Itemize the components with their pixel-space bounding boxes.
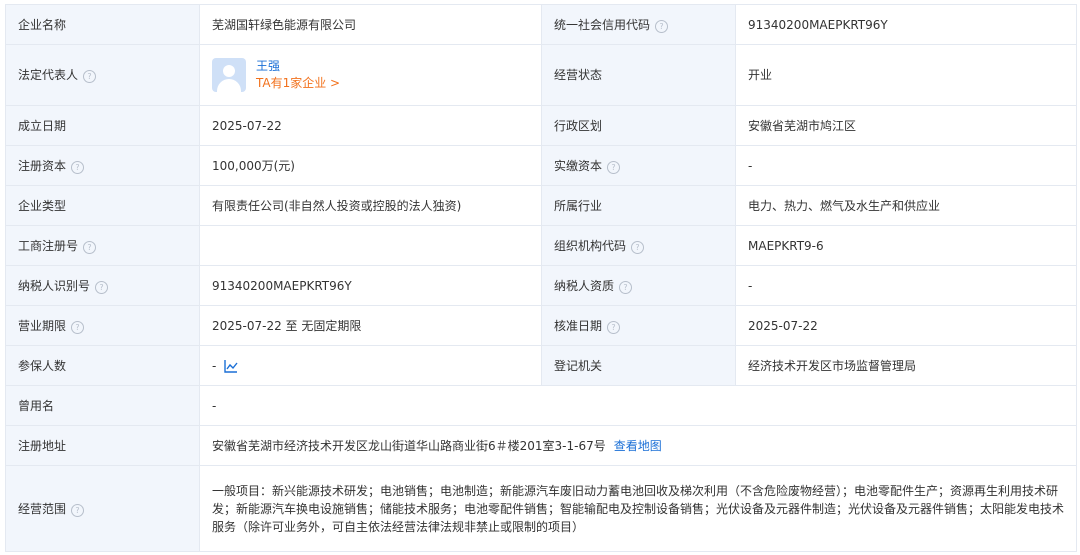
founded-label: 成立日期 xyxy=(5,105,200,146)
row-taxpayer: 纳税人识别号? 91340200MAEPKRT96Y 纳税人资质? - xyxy=(5,265,1077,306)
former-name-label: 曾用名 xyxy=(5,385,200,426)
question-circle-icon[interactable]: ? xyxy=(83,240,97,254)
row-insured: 参保人数 - 登记机关 经济技术开发区市场监督管理局 xyxy=(5,345,1077,386)
taxpayer-id-value: 91340200MAEPKRT96Y xyxy=(199,265,542,306)
row-address: 注册地址 安徽省芜湖市经济技术开发区龙山街道华山路商业街6＃楼201室3-1-6… xyxy=(5,425,1077,466)
type-value: 有限责任公司(非自然人投资或控股的法人独资) xyxy=(199,185,542,226)
company-name-label: 企业名称 xyxy=(5,4,200,45)
row-scope: 经营范围? 一般项目：新兴能源技术研发；电池销售；电池制造；新能源汽车废旧动力蓄… xyxy=(5,465,1077,552)
region-value: 安徽省芜湖市鸠江区 xyxy=(735,105,1077,146)
question-circle-icon[interactable]: ? xyxy=(607,160,621,174)
approval-date-value: 2025-07-22 xyxy=(735,305,1077,346)
row-biz-reg: 工商注册号? 组织机构代码? MAEPKRT9-6 xyxy=(5,225,1077,266)
company-info-table: 企业名称 芜湖国轩绿色能源有限公司 统一社会信用代码? 91340200MAEP… xyxy=(5,4,1077,552)
authority-value: 经济技术开发区市场监督管理局 xyxy=(735,345,1077,386)
question-circle-icon[interactable]: ? xyxy=(71,320,85,334)
former-name-value: - xyxy=(199,385,1077,426)
address-label: 注册地址 xyxy=(5,425,200,466)
type-label: 企业类型 xyxy=(5,185,200,226)
org-code-label: 组织机构代码? xyxy=(541,225,736,266)
question-circle-icon[interactable]: ? xyxy=(71,503,85,517)
paid-capital-label: 实缴资本? xyxy=(541,145,736,186)
reg-capital-value: 100,000万(元) xyxy=(199,145,542,186)
trend-chart-icon[interactable] xyxy=(224,359,238,373)
industry-value: 电力、热力、燃气及水生产和供应业 xyxy=(735,185,1077,226)
scope-label: 经营范围? xyxy=(5,465,200,552)
status-label: 经营状态 xyxy=(541,44,736,106)
taxpayer-id-label: 纳税人识别号? xyxy=(5,265,200,306)
row-term: 营业期限? 2025-07-22 至 无固定期限 核准日期? 2025-07-2… xyxy=(5,305,1077,346)
row-company-name: 企业名称 芜湖国轩绿色能源有限公司 统一社会信用代码? 91340200MAEP… xyxy=(5,4,1077,45)
row-type: 企业类型 有限责任公司(非自然人投资或控股的法人独资) 所属行业 电力、热力、燃… xyxy=(5,185,1077,226)
biz-reg-no-value xyxy=(199,225,542,266)
approval-date-label: 核准日期? xyxy=(541,305,736,346)
row-former-name: 曾用名 - xyxy=(5,385,1077,426)
paid-capital-value: - xyxy=(735,145,1077,186)
legal-rep-companies-link[interactable]: TA有1家企业 > xyxy=(256,75,340,92)
taxpayer-qual-label: 纳税人资质? xyxy=(541,265,736,306)
scope-value: 一般项目：新兴能源技术研发；电池销售；电池制造；新能源汽车废旧动力蓄电池回收及梯… xyxy=(199,465,1077,552)
credit-code-label: 统一社会信用代码? xyxy=(541,4,736,45)
term-value: 2025-07-22 至 无固定期限 xyxy=(199,305,542,346)
question-circle-icon[interactable]: ? xyxy=(619,280,633,294)
founded-value: 2025-07-22 xyxy=(199,105,542,146)
question-circle-icon[interactable]: ? xyxy=(631,240,645,254)
company-name-value: 芜湖国轩绿色能源有限公司 xyxy=(199,4,542,45)
view-map-link[interactable]: 查看地图 xyxy=(614,439,662,453)
credit-code-value: 91340200MAEPKRT96Y xyxy=(735,4,1077,45)
reg-capital-label: 注册资本? xyxy=(5,145,200,186)
question-circle-icon[interactable]: ? xyxy=(71,160,85,174)
insured-value: - xyxy=(199,345,542,386)
question-circle-icon[interactable]: ? xyxy=(95,280,109,294)
insured-label: 参保人数 xyxy=(5,345,200,386)
region-label: 行政区划 xyxy=(541,105,736,146)
term-label: 营业期限? xyxy=(5,305,200,346)
question-circle-icon[interactable]: ? xyxy=(655,19,669,33)
legal-rep-name-link[interactable]: 王强 xyxy=(256,58,340,75)
row-legal-rep: 法定代表人? 王强 TA有1家企业 > 经营状态 开业 xyxy=(5,44,1077,106)
biz-reg-no-label: 工商注册号? xyxy=(5,225,200,266)
industry-label: 所属行业 xyxy=(541,185,736,226)
legal-rep-label: 法定代表人? xyxy=(5,44,200,106)
question-circle-icon[interactable]: ? xyxy=(607,320,621,334)
org-code-value: MAEPKRT9-6 xyxy=(735,225,1077,266)
address-value: 安徽省芜湖市经济技术开发区龙山街道华山路商业街6＃楼201室3-1-67号 查看地… xyxy=(199,425,1077,466)
legal-rep-value: 王强 TA有1家企业 > xyxy=(199,44,542,106)
user-avatar-icon[interactable] xyxy=(212,58,246,92)
legal-rep-person[interactable]: 王强 TA有1家企业 > xyxy=(212,58,529,92)
row-capital: 注册资本? 100,000万(元) 实缴资本? - xyxy=(5,145,1077,186)
authority-label: 登记机关 xyxy=(541,345,736,386)
question-circle-icon[interactable]: ? xyxy=(83,70,97,83)
taxpayer-qual-value: - xyxy=(735,265,1077,306)
status-value: 开业 xyxy=(735,44,1077,106)
row-founded: 成立日期 2025-07-22 行政区划 安徽省芜湖市鸠江区 xyxy=(5,105,1077,146)
